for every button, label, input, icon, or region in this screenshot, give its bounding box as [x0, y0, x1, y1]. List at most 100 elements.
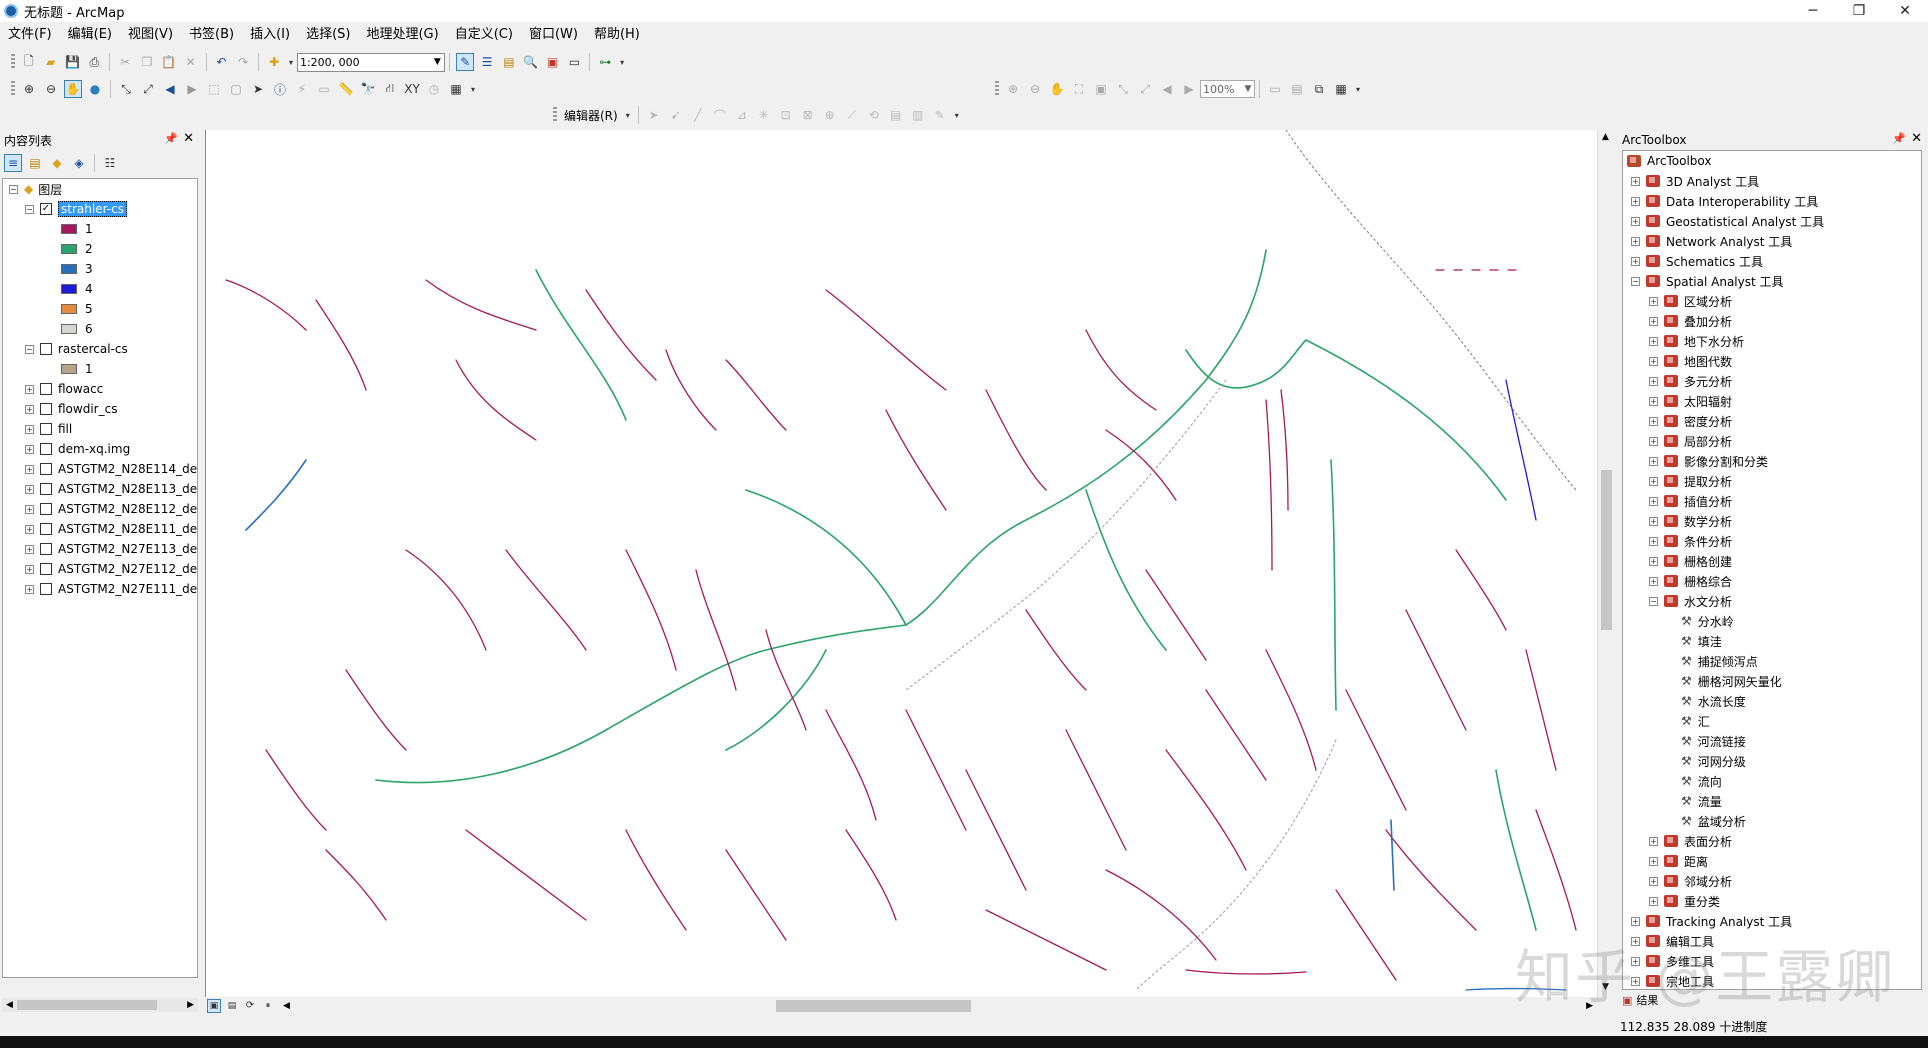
- select-features-icon[interactable]: ⬚: [205, 80, 223, 98]
- save-icon[interactable]: 💾: [64, 53, 82, 71]
- tool-row[interactable]: ⚒ 河流链接: [1681, 731, 1746, 751]
- expand-icon[interactable]: +: [1631, 176, 1640, 186]
- layer-name[interactable]: dem-xq.img: [58, 442, 130, 456]
- expand-icon[interactable]: +: [1649, 496, 1658, 506]
- change-layout-icon[interactable]: ⧉: [1310, 80, 1328, 98]
- rotate-icon[interactable]: ⟲: [865, 106, 883, 124]
- expand-icon[interactable]: +: [1649, 856, 1658, 866]
- toolset-row[interactable]: + 多元分析: [1649, 371, 1732, 391]
- tool-row[interactable]: ⚒ 栅格河网矢量化: [1681, 671, 1782, 691]
- layer-name[interactable]: flowacc: [58, 382, 103, 396]
- toolset-row[interactable]: + 提取分析: [1649, 471, 1732, 491]
- minimize-button[interactable]: ─: [1790, 0, 1836, 22]
- expand-icon[interactable]: +: [25, 564, 34, 574]
- expand-icon[interactable]: +: [25, 444, 34, 454]
- layer-name[interactable]: flowdir_cs: [58, 402, 117, 416]
- toolset-row[interactable]: + 条件分析: [1649, 531, 1732, 551]
- layer-visibility-checkbox[interactable]: [40, 503, 52, 515]
- layer-row[interactable]: + ASTGTM2_N28E113_de: [25, 479, 197, 499]
- create-features-icon[interactable]: ✎: [931, 106, 949, 124]
- expand-icon[interactable]: +: [1649, 876, 1658, 886]
- menu-selection[interactable]: 选择(S): [298, 24, 358, 46]
- layer-name[interactable]: ASTGTM2_N27E112_de: [58, 562, 197, 576]
- pause-drawing-icon[interactable]: ⏸: [261, 999, 275, 1013]
- map-horizontal-scrollbar[interactable]: ▣ ▤ ⟳ ⏸ ◀ ▶: [205, 997, 1597, 1014]
- toolbar-grip[interactable]: [11, 54, 15, 70]
- next-extent-layout-icon[interactable]: ▶: [1180, 80, 1198, 98]
- toolbox-row[interactable]: + Tracking Analyst 工具: [1631, 911, 1792, 931]
- expand-icon[interactable]: +: [1649, 416, 1658, 426]
- expand-icon[interactable]: +: [1649, 516, 1658, 526]
- toolbar-options-icon[interactable]: ▾: [469, 80, 477, 98]
- python-window-icon[interactable]: ▭: [565, 53, 583, 71]
- toolset-row[interactable]: + 重分类: [1649, 891, 1720, 911]
- add-data-icon[interactable]: ✚: [265, 53, 283, 71]
- scroll-left-icon[interactable]: ◀: [6, 1000, 13, 1010]
- pin-icon[interactable]: 📌: [1892, 132, 1906, 145]
- fixed-zoom-in-icon[interactable]: ⤡: [117, 80, 135, 98]
- cut-polygons-icon[interactable]: ⊕: [821, 106, 839, 124]
- scroll-right-icon[interactable]: ▶: [187, 1000, 194, 1010]
- redo-icon[interactable]: ↷: [234, 53, 252, 71]
- model-builder-icon[interactable]: ⊶: [596, 53, 614, 71]
- collapse-icon[interactable]: −: [1649, 596, 1658, 606]
- collapse-icon[interactable]: −: [1631, 276, 1640, 286]
- fixed-zoom-in-layout-icon[interactable]: ⤡: [1114, 80, 1132, 98]
- expand-icon[interactable]: +: [1649, 336, 1658, 346]
- expand-icon[interactable]: +: [25, 504, 34, 514]
- layout-zoom-in-icon[interactable]: ⊕: [1004, 80, 1022, 98]
- expand-icon[interactable]: +: [25, 424, 34, 434]
- menu-help[interactable]: 帮助(H): [586, 24, 648, 46]
- map-scale-combo[interactable]: 1:200, 000 ▼: [296, 52, 446, 72]
- straight-segment-icon[interactable]: ╱: [689, 106, 707, 124]
- table-of-contents-icon[interactable]: ☰: [478, 53, 496, 71]
- toolset-row[interactable]: + 栅格综合: [1649, 571, 1732, 591]
- toggle-draft-mode-icon[interactable]: ▭: [1266, 80, 1284, 98]
- layer-name[interactable]: ASTGTM2_N28E114_de: [58, 462, 197, 476]
- back-extent-icon[interactable]: ◀: [161, 80, 179, 98]
- split-icon[interactable]: ⟋: [843, 106, 861, 124]
- layer-name[interactable]: ASTGTM2_N27E113_de: [58, 542, 197, 556]
- layer-name[interactable]: ASTGTM2_N28E112_de: [58, 502, 197, 516]
- close-button[interactable]: ✕: [1882, 0, 1928, 22]
- previous-extent-layout-icon[interactable]: ◀: [1158, 80, 1176, 98]
- toolbar-options-icon[interactable]: ▾: [1354, 80, 1362, 98]
- toc-options-icon[interactable]: ☷: [101, 154, 119, 172]
- full-extent-globe-icon[interactable]: ●: [86, 80, 104, 98]
- scroll-thumb[interactable]: [775, 999, 971, 1012]
- end-point-arc-icon[interactable]: ⌒: [711, 106, 729, 124]
- layer-row-rastercal[interactable]: − rastercal-cs: [25, 339, 128, 359]
- expand-icon[interactable]: +: [1649, 456, 1658, 466]
- edit-annotation-icon[interactable]: ➹: [667, 106, 685, 124]
- menu-customize[interactable]: 自定义(C): [447, 24, 521, 46]
- toolbox-root-row[interactable]: ArcToolbox: [1627, 151, 1711, 171]
- toolset-row[interactable]: + 数学分析: [1649, 511, 1732, 531]
- tool-row[interactable]: ⚒ 汇: [1681, 711, 1710, 731]
- menu-bookmarks[interactable]: 书签(B): [181, 24, 242, 46]
- zoom-in-icon[interactable]: ⊕: [20, 80, 38, 98]
- focus-data-frame-icon[interactable]: ▤: [1288, 80, 1306, 98]
- chevron-down-icon[interactable]: ▼: [430, 54, 444, 71]
- toolbox-row[interactable]: +3D Analyst 工具: [1631, 171, 1759, 191]
- toolset-row[interactable]: + 地图代数: [1649, 351, 1732, 371]
- list-by-visibility-icon[interactable]: ◆: [48, 154, 66, 172]
- identify-icon[interactable]: ⓘ: [271, 80, 289, 98]
- expand-icon[interactable]: +: [1649, 436, 1658, 446]
- layer-visibility-checkbox[interactable]: [40, 423, 52, 435]
- copy-icon[interactable]: ❐: [138, 53, 156, 71]
- collapse-icon[interactable]: −: [25, 344, 34, 354]
- menu-windows[interactable]: 窗口(W): [521, 24, 586, 46]
- layout-pan-icon[interactable]: ✋: [1048, 80, 1066, 98]
- expand-icon[interactable]: +: [1649, 536, 1658, 546]
- layer-name[interactable]: ASTGTM2_N28E111_de: [58, 522, 197, 536]
- toolset-row[interactable]: + 太阳辐射: [1649, 391, 1732, 411]
- menu-geoprocessing[interactable]: 地理处理(G): [358, 24, 446, 46]
- layer-name[interactable]: rastercal-cs: [58, 342, 128, 356]
- cut-icon[interactable]: ✂: [116, 53, 134, 71]
- expand-icon[interactable]: +: [25, 584, 34, 594]
- paste-icon[interactable]: 📋: [160, 53, 178, 71]
- close-icon[interactable]: ✕: [183, 131, 194, 146]
- chevron-down-icon[interactable]: ▾: [624, 106, 632, 124]
- layer-name[interactable]: fill: [58, 422, 72, 436]
- expand-icon[interactable]: +: [1631, 196, 1640, 206]
